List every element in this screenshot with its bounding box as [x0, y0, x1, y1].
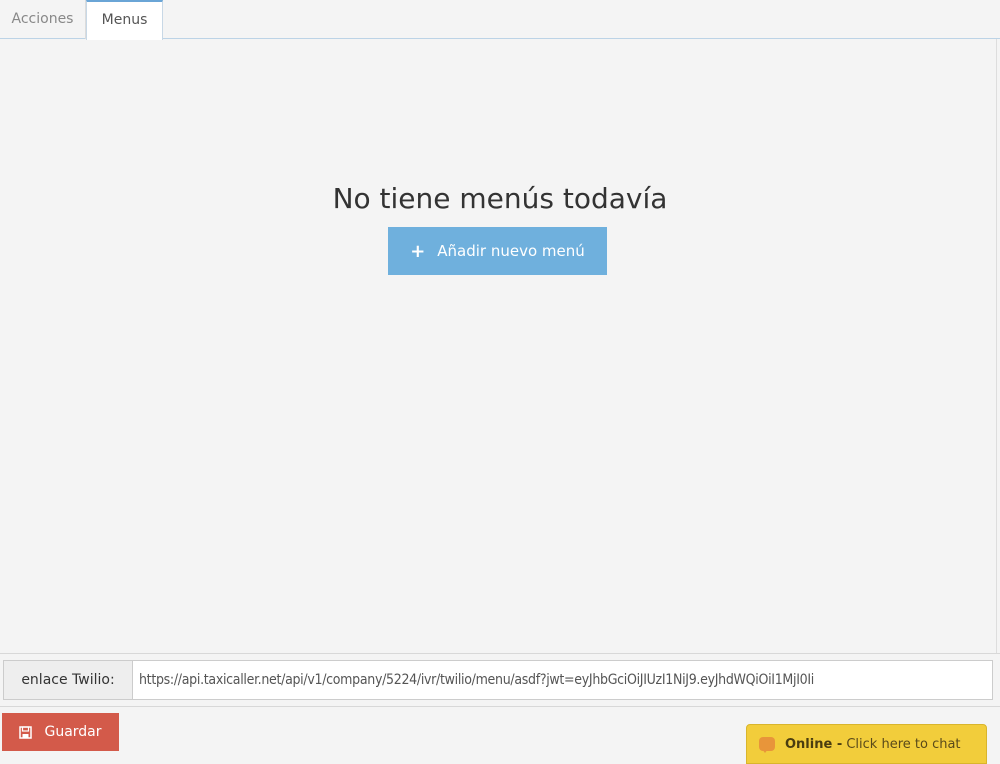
panel-border	[996, 39, 997, 654]
divider	[0, 653, 1000, 654]
chat-status: Online -	[785, 736, 843, 752]
divider	[0, 706, 1000, 707]
empty-state-title: No tiene menús todavía	[332, 182, 668, 215]
chat-widget[interactable]: Online - Click here to chat	[746, 724, 987, 764]
save-label: Guardar	[44, 724, 102, 740]
tab-menus[interactable]: Menus	[86, 0, 163, 40]
twilio-link-input[interactable]: https://api.taxicaller.net/api/v1/compan…	[133, 661, 992, 699]
tab-bar: Acciones Menus	[0, 0, 1000, 40]
plus-icon: +	[410, 240, 426, 262]
save-button[interactable]: Guardar	[2, 713, 119, 751]
add-menu-button[interactable]: + Añadir nuevo menú	[388, 227, 607, 275]
chat-bubble-icon	[759, 737, 775, 753]
twilio-link-label: enlace Twilio:	[4, 661, 133, 699]
add-menu-label: Añadir nuevo menú	[437, 242, 585, 260]
tab-acciones[interactable]: Acciones	[0, 0, 86, 39]
twilio-link-group: enlace Twilio: https://api.taxicaller.ne…	[3, 660, 993, 700]
chat-cta: Click here to chat	[846, 736, 961, 752]
floppy-disk-icon	[19, 725, 33, 739]
